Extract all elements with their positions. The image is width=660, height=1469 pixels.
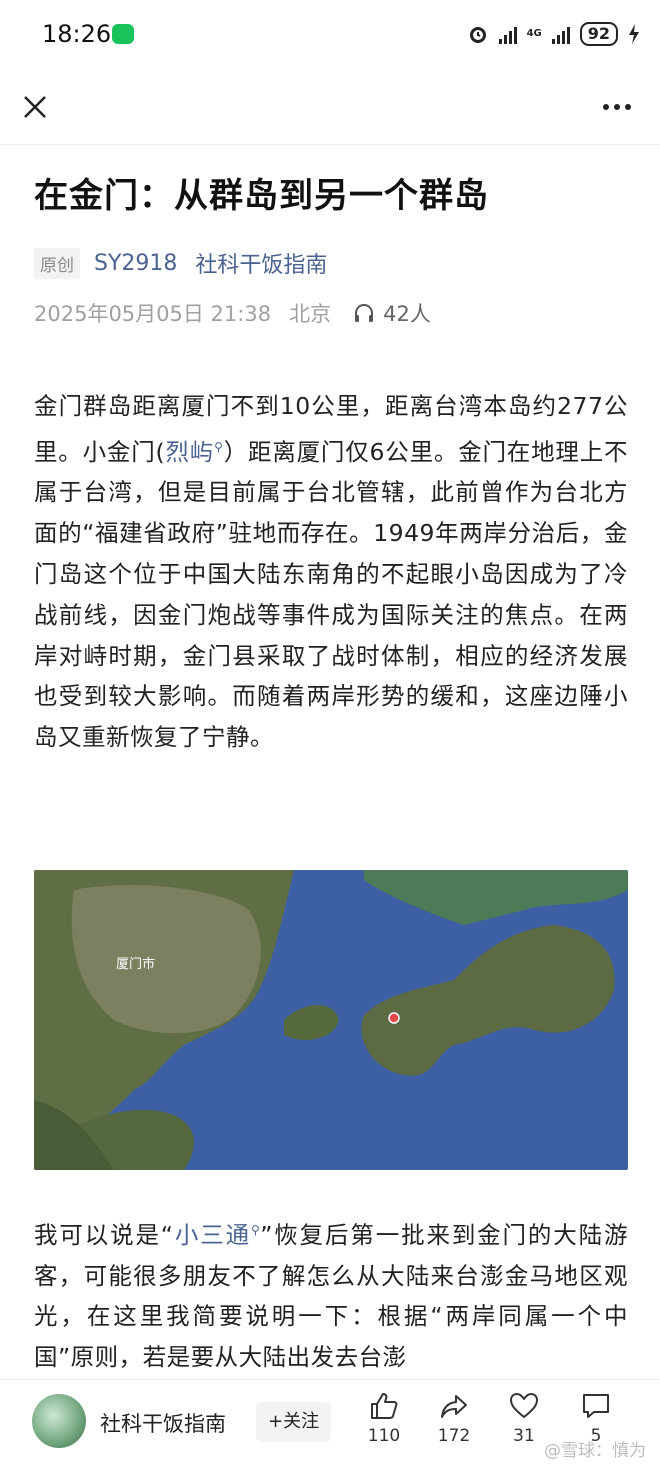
comment-icon <box>583 1394 609 1418</box>
wechat-notification-icon <box>112 24 134 44</box>
more-options-icon[interactable] <box>602 100 632 114</box>
keyword-text: 烈屿 <box>165 437 215 466</box>
signal-strength-icon-2 <box>551 24 570 44</box>
thumbs-up-icon <box>371 1393 398 1419</box>
author-name[interactable]: 社科干饭指南 <box>100 1408 226 1438</box>
status-bar: 18:26 4G 92 <box>0 0 660 68</box>
publish-info: 2025年05月05日 21:38 北京 42人 <box>34 296 431 330</box>
status-icons: 4G 92 <box>467 20 640 48</box>
headphones-icon <box>355 304 374 322</box>
watermark: @雪球：慎为 <box>544 1441 646 1461</box>
like-count: 110 <box>367 1426 401 1446</box>
battery-level: 92 <box>579 22 618 46</box>
follow-button[interactable]: +关注 <box>256 1402 332 1442</box>
map-city-label: 厦门市 <box>116 956 155 972</box>
like-button[interactable]: 110 <box>354 1390 414 1446</box>
share-count: 172 <box>437 1426 471 1446</box>
bottom-action-bar: 社科干饭指南 +关注 110 172 31 5 @雪球：慎为 <box>0 1380 660 1469</box>
article-paragraph-1: 金门群岛距离厦门不到10公里，距离台湾本岛约277公里。小金门(烈屿⚲）距离厦门… <box>34 386 628 826</box>
satellite-map-image: 厦门市 <box>34 870 628 1170</box>
share-icon <box>441 1395 467 1418</box>
keyword-text: 小三通 <box>173 1220 251 1249</box>
paragraph-text: ）距离厦门仅6公里。金门在地理上不属于台湾，但是目前属于台北管辖，此前曾作为台北… <box>34 437 629 752</box>
keyword-link-xiaosantong[interactable]: 小三通⚲ <box>174 1221 261 1249</box>
listener-count: 42人 <box>383 302 431 326</box>
keyword-link-lieyu[interactable]: 烈屿⚲ <box>165 438 223 466</box>
search-icon: ⚲ <box>250 1223 261 1237</box>
close-icon[interactable] <box>20 92 50 122</box>
heart-icon <box>510 1393 538 1418</box>
signal-strength-icon <box>498 24 517 44</box>
article-paragraph-2: 我可以说是“小三通⚲”恢复后第一批来到金门的大陆游客，可能很多朋友不了解怎么从大… <box>34 1210 628 1380</box>
alarm-icon <box>469 27 486 43</box>
original-tag: 原创 <box>34 247 80 279</box>
charging-icon <box>629 24 639 44</box>
paragraph-text: 我可以说是“ <box>34 1220 174 1249</box>
search-icon: ⚲ <box>214 439 224 454</box>
publish-date: 2025年05月05日 21:38 <box>34 302 272 326</box>
account-link[interactable]: SY2918 <box>94 251 177 276</box>
share-button[interactable]: 172 <box>424 1390 484 1446</box>
channel-link[interactable]: 社科干饭指南 <box>195 247 327 279</box>
listen-button[interactable]: 42人 <box>353 298 431 328</box>
article-meta: 原创 SY2918 社科干饭指南 <box>34 246 345 280</box>
top-navigation <box>0 72 660 145</box>
article-title: 在金门：从群岛到另一个群岛 <box>34 176 489 216</box>
network-type: 4G <box>526 28 542 39</box>
publish-location: 北京 <box>289 302 332 326</box>
author-avatar[interactable] <box>32 1394 86 1448</box>
status-time: 18:26 <box>42 20 112 48</box>
